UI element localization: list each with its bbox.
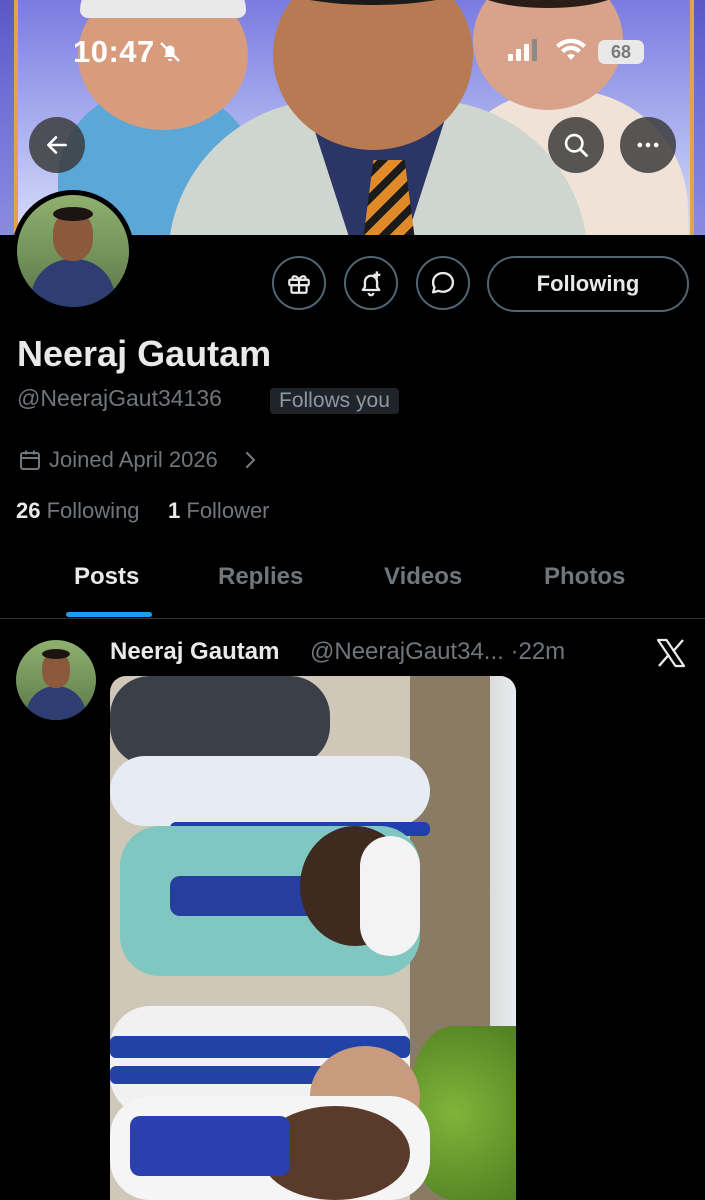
media-person <box>110 676 330 766</box>
profile-handle: @NeerajGaut34136 <box>17 385 222 411</box>
follows-you-badge: Follows you <box>270 388 399 414</box>
search-icon <box>564 133 588 157</box>
media-person <box>110 756 430 826</box>
cellular-signal-icon <box>508 39 537 61</box>
profile-avatar[interactable] <box>12 190 134 312</box>
avatar-body <box>31 259 115 307</box>
following-button[interactable]: Following <box>487 256 689 312</box>
gift-icon <box>288 275 310 294</box>
tab-posts[interactable]: Posts <box>74 563 139 591</box>
tab-videos[interactable]: Videos <box>384 563 462 591</box>
followers-count: 1 <box>168 498 181 523</box>
profile-display-name: Neeraj Gautam <box>17 333 272 374</box>
followers-label: Follower <box>186 498 270 523</box>
post-timestamp[interactable]: 22m <box>518 638 565 665</box>
chevron-right-icon[interactable] <box>244 450 258 470</box>
calendar-icon <box>20 450 40 470</box>
chat-bubble-icon <box>431 271 455 294</box>
avatar-hair <box>53 207 93 221</box>
post-meta: @NeerajGaut34... ·22m <box>310 638 565 666</box>
post-author-name[interactable]: Neeraj Gautam <box>110 638 279 666</box>
avatar-image <box>17 195 129 307</box>
bell-muted-icon <box>160 42 180 62</box>
bell-plus-icon <box>361 271 381 297</box>
more-options-button[interactable] <box>620 117 676 173</box>
notify-button[interactable] <box>344 256 398 310</box>
post-avatar-body <box>26 686 86 720</box>
battery-indicator: 68 <box>598 40 644 64</box>
followers-count-link[interactable]: 1 Follower <box>168 498 270 524</box>
tab-divider <box>0 618 705 619</box>
media-turban <box>360 836 420 956</box>
post-avatar-hair <box>42 649 70 659</box>
media-sash <box>130 1116 290 1176</box>
search-button[interactable] <box>548 117 604 173</box>
post-author-avatar[interactable] <box>16 640 96 720</box>
more-horizontal-icon <box>637 142 659 148</box>
gift-button[interactable] <box>272 256 326 310</box>
following-count-link[interactable]: 26 Following <box>16 498 140 524</box>
wifi-icon <box>556 38 586 60</box>
post-author-handle[interactable]: @NeerajGaut34... <box>310 638 504 665</box>
status-time: 10:47 <box>73 34 155 69</box>
post-video-thumbnail[interactable] <box>110 676 516 1200</box>
following-label: Following <box>46 498 140 523</box>
media-sash <box>110 1066 340 1084</box>
message-button[interactable] <box>416 256 470 310</box>
tab-photos[interactable]: Photos <box>544 563 625 591</box>
joined-date[interactable]: Joined April 2026 <box>49 447 218 473</box>
back-button[interactable] <box>29 117 85 173</box>
x-logo-icon <box>656 638 686 668</box>
arrow-left-icon <box>47 136 67 154</box>
following-count: 26 <box>16 498 41 523</box>
tab-replies[interactable]: Replies <box>218 563 303 591</box>
active-tab-indicator <box>66 612 152 617</box>
